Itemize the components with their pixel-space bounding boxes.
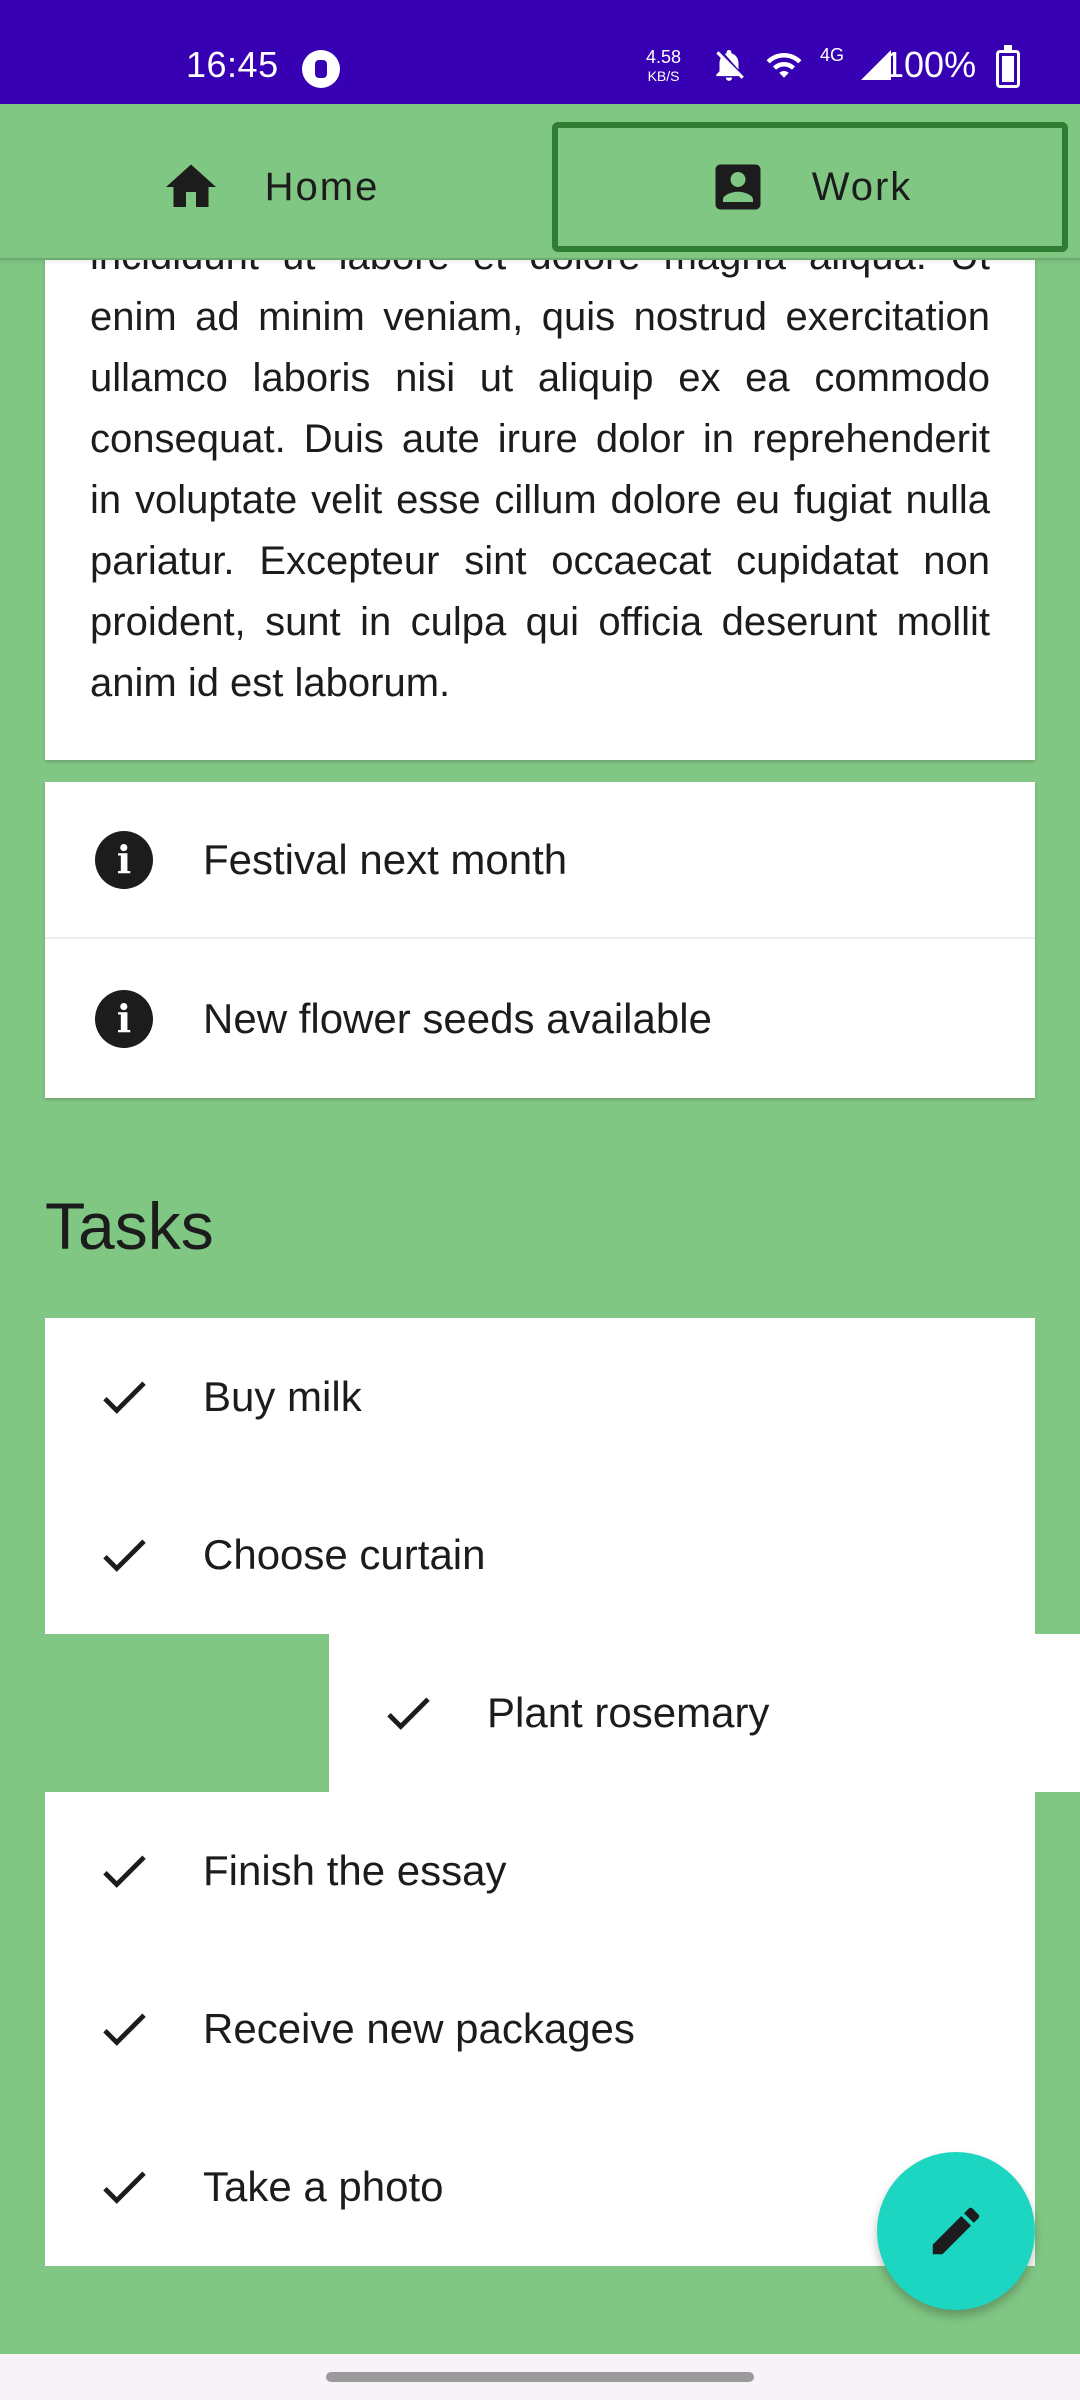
- contact-card-icon: [708, 157, 768, 217]
- tab-home[interactable]: Home: [0, 122, 540, 252]
- home-gesture-handle[interactable]: [326, 2372, 754, 2382]
- info-card: i Festival next month i New flower seeds…: [45, 782, 1035, 1098]
- task-label: Receive new packages: [203, 2005, 635, 2052]
- app-notification-icon: [302, 50, 340, 88]
- task-row[interactable]: Choose curtain: [45, 1476, 1035, 1634]
- task-label: Buy milk: [203, 1373, 362, 1420]
- status-icons: 4G: [710, 44, 894, 84]
- tab-work[interactable]: Work: [552, 122, 1068, 252]
- network-speed-unit: KB/S: [647, 68, 680, 84]
- task-row[interactable]: Finish the essay: [45, 1792, 1035, 1950]
- check-icon: [95, 2000, 153, 2058]
- lorem-paragraph: incididunt ut labore et dolore magna ali…: [90, 240, 990, 705]
- text-card: incididunt ut labore et dolore magna ali…: [45, 240, 1035, 760]
- info-icon: i: [95, 989, 153, 1048]
- battery-charging-icon: [996, 45, 1020, 88]
- top-tab-bar: Home Work: [0, 104, 1080, 260]
- tab-home-label: Home: [264, 164, 380, 209]
- task-label: Choose curtain: [203, 1531, 486, 1578]
- system-nav-bar: [0, 2354, 1080, 2400]
- tab-work-label: Work: [811, 164, 913, 209]
- task-row-swiped[interactable]: Plant rosemary: [329, 1634, 1080, 1792]
- battery-percent: 100%: [884, 44, 977, 85]
- network-speed: 4.58 KB/S: [646, 48, 681, 85]
- task-row[interactable]: Receive new packages: [45, 1950, 1035, 2108]
- wifi-icon: [766, 53, 802, 78]
- network-speed-value: 4.58: [646, 47, 682, 67]
- tasks-heading: Tasks: [45, 1189, 214, 1263]
- task-label: Finish the essay: [203, 1847, 507, 1894]
- edit-pencil-icon: [932, 2207, 980, 2255]
- network-type: 4G: [820, 44, 845, 65]
- task-label: Plant rosemary: [487, 1689, 770, 1736]
- check-icon: [95, 1368, 153, 1426]
- task-row[interactable]: Buy milk: [45, 1318, 1035, 1476]
- check-icon: [95, 1842, 153, 1900]
- status-time: 16:45: [186, 44, 279, 85]
- info-icon: i: [95, 830, 153, 889]
- info-label: Festival next month: [203, 835, 568, 883]
- bell-off-icon: [716, 49, 744, 81]
- home-icon: [161, 157, 221, 217]
- check-icon: [95, 2158, 153, 2216]
- check-icon: [379, 1684, 437, 1742]
- info-label: New flower seeds available: [203, 994, 712, 1042]
- status-bar: 16:45 4.58 KB/S 4G 100%: [0, 0, 1080, 104]
- list-item[interactable]: i Festival next month: [45, 782, 1035, 939]
- task-label: Take a photo: [203, 2163, 444, 2210]
- edit-fab-button[interactable]: [877, 2152, 1035, 2310]
- check-icon: [95, 1526, 153, 1584]
- list-item[interactable]: i New flower seeds available: [45, 940, 1035, 1097]
